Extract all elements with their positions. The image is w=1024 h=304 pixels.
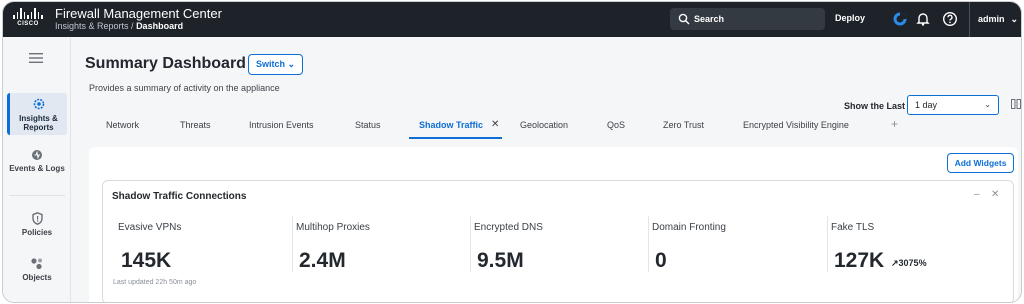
tab-encrypted-visibility-engine[interactable]: Encrypted Visibility Engine — [743, 120, 849, 130]
page-subtitle: Provides a summary of activity on the ap… — [89, 83, 280, 93]
tab-network[interactable]: Network — [106, 120, 139, 130]
metric-label: Domain Fronting — [652, 222, 726, 233]
metric-value: 2.4M — [299, 249, 346, 272]
add-widgets-button[interactable]: Add Widgets — [947, 153, 1014, 173]
sidebar-item-label: Objects — [22, 273, 52, 282]
metric-multihop-proxies: Multihop Proxies 2.4M — [292, 216, 472, 272]
add-tab-icon[interactable]: + — [891, 117, 898, 131]
top-bar: CISCO Firewall Management Center Insight… — [3, 2, 1021, 37]
sidebar-item-objects[interactable]: Objects — [7, 257, 67, 282]
user-name: admin — [978, 14, 1005, 24]
active-tab-indicator — [409, 137, 502, 139]
metric-label: Encrypted DNS — [474, 222, 543, 233]
metric-value: 0 — [655, 249, 667, 272]
metric-divider — [470, 216, 471, 272]
column-layout-icon[interactable] — [1011, 99, 1021, 109]
metric-value: 127K — [834, 249, 885, 272]
close-icon[interactable]: ✕ — [991, 189, 999, 200]
tab-geolocation[interactable]: Geolocation — [520, 120, 568, 130]
gear-cluster-icon — [33, 98, 44, 110]
switch-label: Switch — [255, 59, 285, 69]
metric-divider — [292, 216, 293, 272]
metric-label: Multihop Proxies — [296, 222, 370, 233]
metric-label: Evasive VPNs — [118, 222, 182, 233]
page-title: Summary Dashboard — [85, 55, 246, 72]
sidebar-item-label: Insights & — [19, 114, 58, 123]
metric-encrypted-dns: Encrypted DNS 9.5M — [470, 216, 650, 272]
sidebar-item-events-logs[interactable]: Events & Logs — [7, 149, 67, 173]
search-label: Search — [694, 14, 725, 24]
metric-value: 9.5M — [477, 249, 524, 272]
metric-evasive-vpns: Evasive VPNs 145K — [118, 216, 294, 272]
close-icon[interactable]: ✕ — [491, 119, 499, 130]
metric-fake-tls: Fake TLS 127K ↗3075% — [827, 216, 1007, 272]
metric-domain-fronting: Domain Fronting 0 — [648, 216, 828, 272]
shield-icon — [31, 212, 43, 225]
tab-shadow-traffic[interactable]: Shadow Traffic — [419, 120, 483, 130]
sidebar-item-label: Policies — [21, 228, 53, 237]
search-icon — [678, 13, 690, 25]
dashboard-tabs: Network Threats Intrusion Events Status … — [72, 115, 1021, 139]
last-updated: Last updated 22h 50m ago — [113, 279, 197, 286]
bell-icon[interactable] — [915, 11, 931, 27]
tab-intrusion-events[interactable]: Intrusion Events — [249, 120, 314, 130]
sidebar-divider — [9, 195, 65, 196]
sidebar-item-insights-reports[interactable]: Insights & Reports — [7, 93, 67, 135]
tab-qos[interactable]: QoS — [607, 120, 625, 130]
app-title: Firewall Management Center — [55, 6, 222, 21]
tab-zero-trust[interactable]: Zero Trust — [663, 120, 704, 130]
chevron-down-icon: ⌄ — [1010, 14, 1019, 24]
sidebar-item-policies[interactable]: Policies — [7, 212, 67, 237]
breadcrumb: Insights & Reports / Dashboard — [55, 21, 183, 31]
help-icon[interactable] — [942, 11, 958, 27]
status-icon[interactable] — [892, 11, 908, 27]
shadow-traffic-widget: Shadow Traffic Connections – ✕ Evasive V… — [102, 180, 1014, 302]
breadcrumb-parent[interactable]: Insights & Reports / — [55, 21, 134, 31]
objects-icon — [31, 258, 42, 270]
app-window: CISCO Firewall Management Center Insight… — [2, 1, 1022, 303]
breadcrumb-current: Dashboard — [136, 21, 184, 31]
deploy-button[interactable]: Deploy — [835, 13, 865, 23]
cisco-logo[interactable]: CISCO — [12, 8, 44, 30]
show-last-label: Show the Last — [844, 101, 906, 111]
tab-threats[interactable]: Threats — [180, 120, 211, 130]
time-range-value: 1 day — [915, 100, 938, 110]
widget-title: Shadow Traffic Connections — [112, 191, 247, 202]
sidebar-item-label: Events & Logs — [9, 164, 65, 173]
chevron-down-icon: ⌄ — [984, 100, 991, 109]
user-menu[interactable]: admin ⌄ — [969, 2, 1018, 37]
minimize-icon[interactable]: – — [974, 189, 980, 200]
cisco-wordmark: CISCO — [17, 21, 39, 27]
main-content: Summary Dashboard Switch ⌄ Provides a su… — [72, 37, 1021, 302]
sidebar-item-label-line2: Reports — [23, 123, 54, 132]
cisco-logo-bars — [12, 8, 44, 19]
switch-dashboard-button[interactable]: Switch ⌄ — [248, 54, 303, 75]
dashboard-canvas: Add Widgets Shadow Traffic Connections –… — [89, 147, 1018, 302]
time-range-select[interactable]: 1 day ⌄ — [907, 95, 999, 115]
metric-divider — [827, 216, 828, 272]
chevron-down-icon: ⌄ — [287, 59, 296, 69]
metric-value: 145K — [121, 249, 172, 272]
metric-trend: ↗3075% — [891, 258, 927, 268]
metric-label: Fake TLS — [831, 222, 875, 233]
sidebar: Insights & Reports Events & Logs Policie… — [3, 37, 71, 302]
global-search[interactable]: Search — [670, 8, 825, 30]
menu-icon[interactable] — [29, 53, 43, 63]
metric-divider — [648, 216, 649, 272]
events-icon — [32, 150, 42, 160]
tab-status[interactable]: Status — [355, 120, 381, 130]
